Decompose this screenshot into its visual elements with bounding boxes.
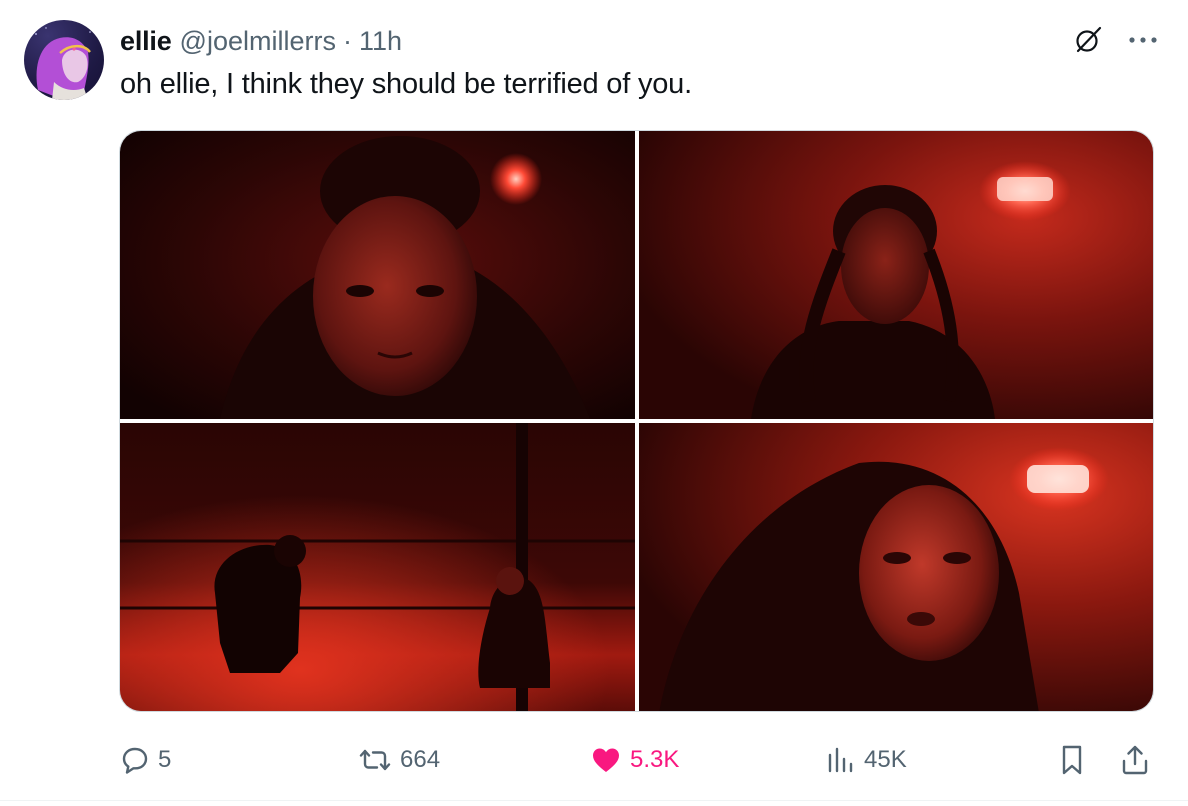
view-count: 45K — [864, 746, 907, 773]
media-grid — [119, 130, 1154, 712]
repost-icon — [359, 749, 391, 771]
bookmark-button[interactable] — [1058, 736, 1086, 784]
reply-icon — [122, 747, 148, 774]
media-photo-1[interactable] — [120, 131, 635, 419]
like-button[interactable]: 5.3K — [590, 736, 679, 784]
media-photo-3[interactable] — [120, 423, 635, 711]
repost-count: 664 — [400, 746, 441, 773]
repost-button[interactable]: 664 — [358, 736, 440, 784]
grok-icon[interactable] — [1072, 24, 1104, 56]
tweet-header: ellie @joelmillerrs · 11h — [120, 26, 402, 58]
bookmark-icon — [1062, 745, 1082, 775]
share-icon — [1122, 745, 1148, 775]
reply-button[interactable]: 5 — [120, 736, 171, 784]
tweet[interactable]: ellie @joelmillerrs · 11h oh ellie, I th… — [0, 0, 1188, 806]
media-photo-4[interactable] — [639, 423, 1153, 711]
separator-dot: · — [342, 26, 352, 56]
views-icon — [828, 747, 853, 773]
tweet-text: oh ellie, I think they should be terrifi… — [120, 68, 692, 100]
like-icon — [593, 748, 619, 772]
tweet-actions: 5 664 5.3K 45K — [0, 736, 1188, 784]
user-handle[interactable]: @joelmillerrs — [180, 26, 336, 57]
tweet-top-actions — [1072, 24, 1158, 56]
timestamp[interactable]: 11h — [359, 26, 402, 57]
like-count: 5.3K — [630, 746, 680, 773]
media-photo-2[interactable] — [639, 131, 1153, 419]
divider — [0, 800, 1188, 801]
avatar[interactable] — [24, 20, 104, 100]
reply-count: 5 — [158, 746, 172, 773]
views-button[interactable]: 45K — [826, 736, 907, 784]
share-button[interactable] — [1120, 736, 1150, 784]
display-name[interactable]: ellie — [120, 26, 172, 57]
more-icon[interactable] — [1128, 35, 1158, 45]
